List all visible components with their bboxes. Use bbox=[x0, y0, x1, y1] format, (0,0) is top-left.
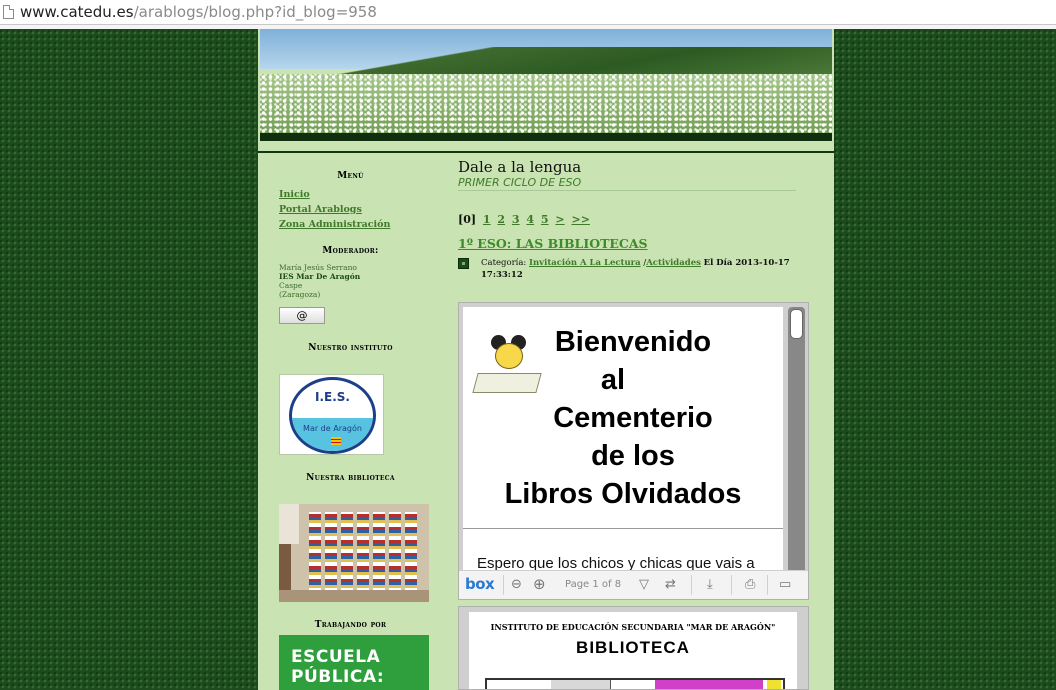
slide: Bienvenido al Cementerio de los Libros O… bbox=[463, 307, 783, 529]
meta-label: Categoría: bbox=[481, 258, 527, 268]
menu-link-zona-administracion[interactable]: Zona Administración bbox=[279, 217, 390, 232]
institute-heading: Nuestro instituto bbox=[308, 343, 393, 353]
ies-logo-text: I.E.S. bbox=[315, 390, 350, 404]
document-header: INSTITUTO DE EDUCACIÓN SECUNDARIA "MAR D… bbox=[490, 622, 776, 632]
document-page: Bienvenido al Cementerio de los Libros O… bbox=[463, 307, 783, 573]
bullet-icon bbox=[458, 258, 469, 269]
toolbar-separator bbox=[691, 575, 692, 595]
menu-heading: Menú bbox=[337, 171, 364, 181]
slide-line-2: al bbox=[600, 364, 626, 396]
scrollbar-thumb[interactable] bbox=[790, 309, 803, 339]
email-button[interactable]: @ bbox=[279, 307, 325, 324]
menu-link-portal-arablogs[interactable]: Portal Arablogs bbox=[279, 202, 390, 217]
sidebar: Menú Inicio Portal Arablogs Zona Adminis… bbox=[267, 153, 434, 690]
address-bar[interactable]: www.catedu.es/arablogs/blog.php?id_blog=… bbox=[0, 0, 1056, 25]
pager-last[interactable]: >> bbox=[571, 213, 589, 226]
moderator-name: María Jesús Serrano bbox=[279, 263, 357, 272]
slide-line-4: de los bbox=[591, 440, 675, 472]
url-text[interactable]: www.catedu.es/arablogs/blog.php?id_blog=… bbox=[20, 3, 377, 21]
share-icon[interactable]: ⇄ bbox=[665, 577, 676, 592]
pagination: [0] 1 2 3 4 5 > >> bbox=[458, 213, 590, 226]
menu-links: Inicio Portal Arablogs Zona Administraci… bbox=[279, 187, 390, 232]
blog-title: Dale a la lengua bbox=[458, 158, 582, 176]
working-heading: Trabajando por bbox=[314, 620, 387, 630]
viewer-toolbar: box ⊖ ⊕ Page 1 of 8 ▽ ⇄ ⤓ ⎙ ▭ bbox=[459, 570, 808, 599]
box-document-viewer[interactable]: Bienvenido al Cementerio de los Libros O… bbox=[458, 302, 809, 600]
header-banner-image bbox=[260, 29, 832, 141]
meta-date: El Día 2013-10-17 bbox=[703, 258, 790, 268]
blog-page: Menú Inicio Portal Arablogs Zona Adminis… bbox=[258, 29, 834, 690]
meta-time: 17:33:12 bbox=[481, 270, 523, 280]
zoom-out-icon[interactable]: ⊖ bbox=[511, 577, 522, 592]
fullscreen-icon[interactable]: ▭ bbox=[779, 577, 791, 592]
url-path: /arablogs/blog.php?id_blog=958 bbox=[133, 3, 377, 21]
toolbar-separator bbox=[503, 575, 504, 595]
page-indicator: Page 1 of 8 bbox=[565, 579, 622, 590]
document-title: BIBLIOTECA bbox=[576, 638, 690, 657]
download-icon[interactable]: ⤓ bbox=[707, 577, 713, 592]
pager-link-4[interactable]: 4 bbox=[526, 213, 534, 226]
category-link-lectura[interactable]: Invitación A La Lectura bbox=[529, 258, 641, 268]
floor-plan bbox=[485, 678, 785, 689]
page-icon bbox=[3, 5, 14, 19]
moderator-info: María Jesús Serrano IES Mar De Aragón Ca… bbox=[279, 263, 360, 299]
pager-link-3[interactable]: 3 bbox=[512, 213, 520, 226]
slide-line-1: Bienvenido bbox=[554, 326, 712, 358]
moderator-city: Caspe bbox=[279, 281, 303, 290]
url-host: www.catedu.es bbox=[20, 3, 134, 21]
zoom-in-icon[interactable]: ⊕ bbox=[533, 575, 546, 593]
moderator-province: (Zaragoza) bbox=[279, 290, 321, 299]
post-title[interactable]: 1º ESO: LAS BIBLIOTECAS bbox=[458, 236, 648, 251]
slide-line-3: Cementerio bbox=[553, 402, 713, 434]
print-icon[interactable]: ⎙ bbox=[745, 577, 755, 592]
library-heading: Nuestra biblioteca bbox=[306, 473, 395, 483]
pager-next[interactable]: > bbox=[555, 213, 564, 226]
pager-link-5[interactable]: 5 bbox=[541, 213, 549, 226]
ies-logo-subtext: Mar de Aragón bbox=[303, 424, 362, 433]
ies-logo[interactable]: I.E.S. Mar de Aragón bbox=[279, 374, 384, 455]
aragon-flag-icon bbox=[331, 437, 341, 445]
toolbar-separator bbox=[767, 575, 768, 595]
slide-line-5: Libros Olvidados bbox=[504, 478, 742, 510]
menu-link-inicio[interactable]: Inicio bbox=[279, 187, 390, 202]
chevron-down-icon[interactable]: ▽ bbox=[639, 577, 649, 592]
slide-title: Bienvenido al Cementerio de los Libros O… bbox=[483, 323, 783, 513]
library-photo[interactable] bbox=[279, 504, 429, 602]
category-link-actividades[interactable]: Actividades bbox=[646, 258, 701, 268]
vertical-scrollbar[interactable] bbox=[788, 307, 805, 573]
box-logo[interactable]: box bbox=[465, 575, 495, 593]
second-document-viewer[interactable]: INSTITUTO DE EDUCACIÓN SECUNDARIA "MAR D… bbox=[458, 606, 809, 690]
document-page-2: INSTITUTO DE EDUCACIÓN SECUNDARIA "MAR D… bbox=[469, 612, 797, 689]
moderator-school: IES Mar De Aragón bbox=[279, 272, 361, 281]
pager-link-2[interactable]: 2 bbox=[497, 213, 505, 226]
escuela-publica-banner[interactable]: ESCUELA PÚBLICA: bbox=[279, 635, 429, 690]
moderator-heading: Moderador: bbox=[322, 246, 379, 256]
pager-current: [0] bbox=[458, 213, 477, 226]
pager-link-1[interactable]: 1 bbox=[483, 213, 491, 226]
banner-divider bbox=[260, 133, 832, 141]
blog-subtitle: PRIMER CICLO DE ESO bbox=[458, 176, 796, 191]
toolbar-separator bbox=[731, 575, 732, 595]
